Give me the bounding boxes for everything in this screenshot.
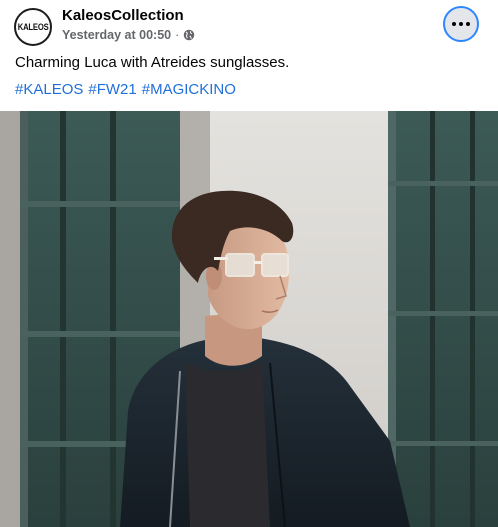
post-caption: Charming Luca with Atreides sunglasses.: [15, 54, 290, 71]
post-timestamp[interactable]: Yesterday at 00:50: [62, 28, 171, 42]
more-options-button[interactable]: [443, 6, 479, 42]
globe-icon[interactable]: [183, 29, 195, 41]
hashtag-link[interactable]: #MAGICKINO: [142, 81, 236, 98]
avatar-logo-text: KALEOS: [17, 22, 49, 32]
page-avatar[interactable]: KALEOS: [14, 8, 52, 46]
hashtag-list: #KALEOS #FW21 #MAGICKINO: [15, 81, 236, 98]
page-name-link[interactable]: KaleosCollection: [62, 7, 184, 24]
post-meta: Yesterday at 00:50 ·: [62, 28, 195, 42]
hashtag-link[interactable]: #KALEOS: [15, 81, 83, 98]
meta-separator: ·: [175, 28, 180, 42]
post-photo[interactable]: [0, 111, 498, 527]
hashtag-link[interactable]: #FW21: [88, 81, 136, 98]
post-header: KALEOS KaleosCollection Yesterday at 00:…: [0, 0, 498, 50]
more-options-icon: [452, 22, 470, 26]
